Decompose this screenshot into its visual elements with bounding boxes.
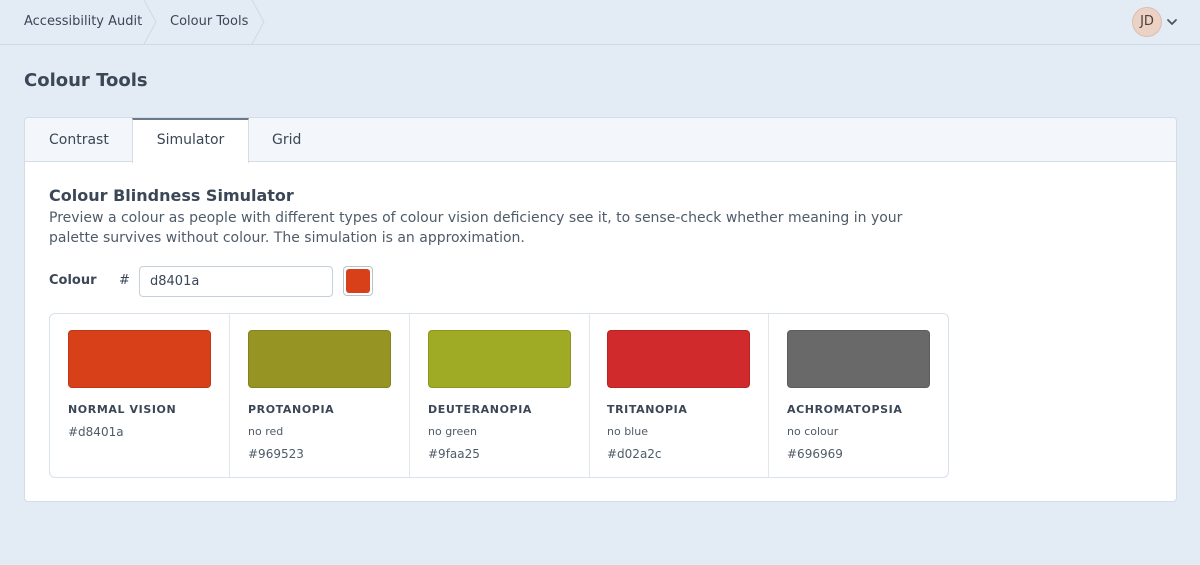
result-hex: #696969: [787, 447, 843, 461]
tab-simulator[interactable]: Simulator: [132, 118, 249, 163]
tab-contrast[interactable]: Contrast: [49, 118, 109, 162]
breadcrumb-separator-icon: [143, 0, 157, 44]
simulator-title: Colour Blindness Simulator: [49, 186, 294, 205]
simulator-description: Preview a colour as people with differen…: [49, 210, 903, 246]
colour-picker-preview: [346, 269, 370, 293]
result-swatch: [787, 330, 930, 388]
result-swatch: [248, 330, 391, 388]
result-deuteranopia: DEUTERANOPIA no green #9faa25: [410, 314, 590, 477]
breadcrumb-item-colour-tools[interactable]: Colour Tools: [170, 0, 248, 44]
tab-bar: Contrast Simulator Grid: [25, 118, 1176, 163]
result-normal-vision: NORMAL VISION #d8401a: [50, 314, 230, 477]
colour-hex-input[interactable]: [139, 266, 333, 297]
result-swatch: [68, 330, 211, 388]
result-name: DEUTERANOPIA: [428, 403, 533, 416]
result-description: no blue: [607, 425, 648, 438]
colour-label: Colour: [49, 273, 97, 288]
result-name: PROTANOPIA: [248, 403, 335, 416]
user-menu[interactable]: JD: [1132, 7, 1182, 37]
hash-prefix: #: [119, 273, 130, 288]
result-description: no red: [248, 425, 284, 438]
colour-tools-card: Contrast Simulator Grid Colour Blindness…: [24, 117, 1177, 502]
top-bar: Accessibility Audit Colour Tools JD: [0, 0, 1200, 45]
page-title: Colour Tools: [24, 70, 148, 91]
result-swatch: [607, 330, 750, 388]
simulation-results: NORMAL VISION #d8401a PROTANOPIA no red …: [49, 313, 949, 478]
breadcrumb-item-accessibility-audit[interactable]: Accessibility Audit: [24, 0, 142, 44]
result-name: ACHROMATOPSIA: [787, 403, 903, 416]
chevron-down-icon[interactable]: [1166, 17, 1178, 27]
result-hex: #969523: [248, 447, 304, 461]
result-description: no green: [428, 425, 477, 438]
result-name: NORMAL VISION: [68, 403, 177, 416]
colour-picker-swatch[interactable]: [343, 266, 373, 296]
result-tritanopia: TRITANOPIA no blue #d02a2c: [589, 314, 769, 477]
result-hex: #9faa25: [428, 447, 480, 461]
result-hex: #d8401a: [68, 425, 124, 439]
result-swatch: [428, 330, 571, 388]
result-achromatopsia: ACHROMATOPSIA no colour #696969: [769, 314, 949, 477]
result-name: TRITANOPIA: [607, 403, 688, 416]
result-description: no colour: [787, 425, 839, 438]
tab-grid[interactable]: Grid: [272, 118, 302, 162]
breadcrumb-separator-icon: [251, 0, 265, 44]
avatar[interactable]: JD: [1132, 7, 1162, 37]
result-hex: #d02a2c: [607, 447, 662, 461]
result-protanopia: PROTANOPIA no red #969523: [230, 314, 410, 477]
